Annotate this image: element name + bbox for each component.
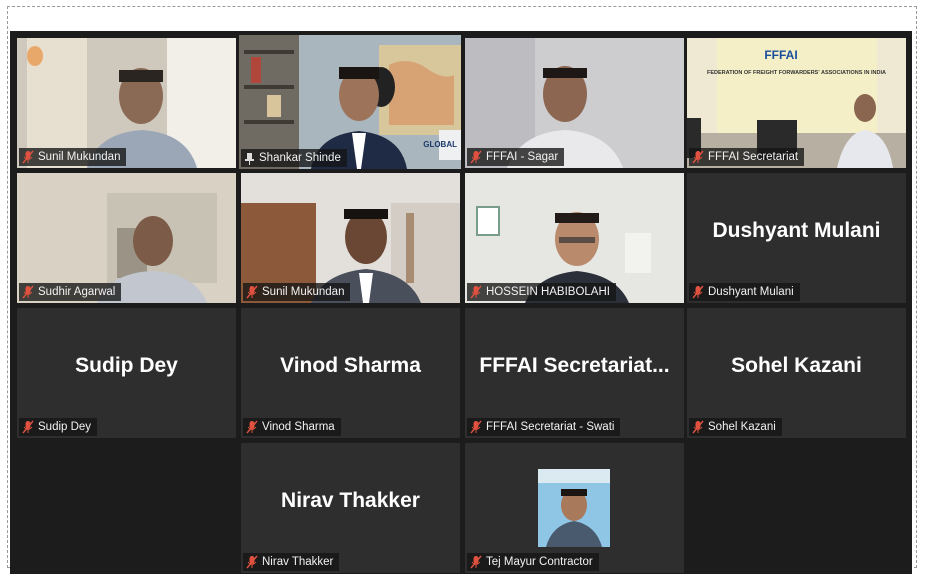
participant-name-label: FFFAI - Sagar [467, 148, 565, 166]
pin-icon [245, 152, 254, 165]
federation-banner: FEDERATION OF FREIGHT FORWARDERS' ASSOCI… [707, 70, 886, 76]
participant-tile-sudhir-agarwal[interactable]: Sudhir Agarwal [17, 173, 236, 303]
global-logo: GLOBAL [423, 140, 457, 149]
participant-tile-shankar-shinde[interactable]: GLOBAL Shankar Shinde [239, 35, 461, 169]
muted-mic-icon [246, 420, 258, 434]
participant-tile-fffai-sagar[interactable]: FFFAI - Sagar [465, 38, 684, 168]
participant-display-name: Sohel Kazani [731, 354, 862, 377]
participant-name: FFFAI Secretariat - Swati [486, 421, 615, 433]
participant-name-label: Shankar Shinde [241, 149, 347, 167]
video-grid: Sunil Mukundan GLOBAL Shankar Shinde FFF… [10, 31, 912, 574]
participant-name: Shankar Shinde [259, 152, 341, 164]
participant-name-label: Tej Mayur Contractor [467, 553, 599, 571]
muted-mic-icon [246, 285, 258, 299]
participant-tile-sunil-mukundan-2[interactable]: Sunil Mukundan [241, 173, 460, 303]
participant-tile-fffai-secretariat[interactable]: FFFAI FEDERATION OF FREIGHT FORWARDERS' … [687, 38, 906, 168]
participant-tile-nirav-thakker[interactable]: Nirav Thakker Nirav Thakker [241, 443, 460, 573]
participant-tile-dushyant-mulani[interactable]: Dushyant Mulani Dushyant Mulani [687, 173, 906, 303]
muted-mic-icon [246, 555, 258, 569]
participant-name-label: Sunil Mukundan [243, 283, 351, 301]
participant-name-label: HOSSEIN HABIBOLAHI [467, 283, 616, 301]
participant-tile-sohel-kazani[interactable]: Sohel Kazani Sohel Kazani [687, 308, 906, 438]
participant-tile-hossein-habibolahi[interactable]: HOSSEIN HABIBOLAHI [465, 173, 684, 303]
participant-name-label: FFFAI Secretariat - Swati [467, 418, 621, 436]
muted-mic-icon [692, 285, 704, 299]
muted-mic-icon [22, 150, 34, 164]
participant-name-label: Vinod Sharma [243, 418, 341, 436]
participant-tile-tej-mayur-contractor[interactable]: Tej Mayur Contractor [465, 443, 684, 573]
muted-mic-icon [470, 150, 482, 164]
participant-name: Sohel Kazani [708, 421, 776, 433]
participant-tile-fffai-secretariat-swati[interactable]: FFFAI Secretariat... FFFAI Secretariat -… [465, 308, 684, 438]
participant-name: Sunil Mukundan [38, 151, 121, 163]
participant-name: Nirav Thakker [262, 556, 334, 568]
participant-name-label: FFFAI Secretariat [689, 148, 805, 166]
participant-name: FFFAI - Sagar [486, 151, 559, 163]
fffai-logo: FFFAI [764, 48, 798, 62]
participant-name-label: Sohel Kazani [689, 418, 782, 436]
muted-mic-icon [692, 420, 704, 434]
muted-mic-icon [470, 420, 482, 434]
participant-name-label: Dushyant Mulani [689, 283, 800, 301]
participant-name: Dushyant Mulani [708, 286, 794, 298]
muted-mic-icon [22, 285, 34, 299]
participant-name-label: Sudhir Agarwal [19, 283, 122, 301]
participant-tile-vinod-sharma[interactable]: Vinod Sharma Vinod Sharma [241, 308, 460, 438]
participant-name: Vinod Sharma [262, 421, 335, 433]
participant-display-name: FFFAI Secretariat... [479, 354, 670, 377]
participant-name: Sunil Mukundan [262, 286, 345, 298]
participant-name: HOSSEIN HABIBOLAHI [486, 286, 610, 298]
participant-name-label: Nirav Thakker [243, 553, 340, 571]
participant-display-name: Sudip Dey [75, 354, 178, 377]
participant-name-label: Sudip Dey [19, 418, 98, 436]
participant-name: Tej Mayur Contractor [486, 556, 593, 568]
participant-tile-sunil-mukundan-1[interactable]: Sunil Mukundan [17, 38, 236, 168]
muted-mic-icon [470, 285, 482, 299]
participant-display-name: Nirav Thakker [281, 489, 420, 512]
participant-tile-sudip-dey[interactable]: Sudip Dey Sudip Dey [17, 308, 236, 438]
participant-avatar [538, 469, 610, 547]
participant-name-label: Sunil Mukundan [19, 148, 127, 166]
participant-name: FFFAI Secretariat [708, 151, 799, 163]
participant-name: Sudhir Agarwal [38, 286, 116, 298]
participant-display-name: Vinod Sharma [280, 354, 421, 377]
participant-name: Sudip Dey [38, 421, 92, 433]
muted-mic-icon [470, 555, 482, 569]
participant-display-name: Dushyant Mulani [712, 219, 881, 242]
muted-mic-icon [692, 150, 704, 164]
muted-mic-icon [22, 420, 34, 434]
